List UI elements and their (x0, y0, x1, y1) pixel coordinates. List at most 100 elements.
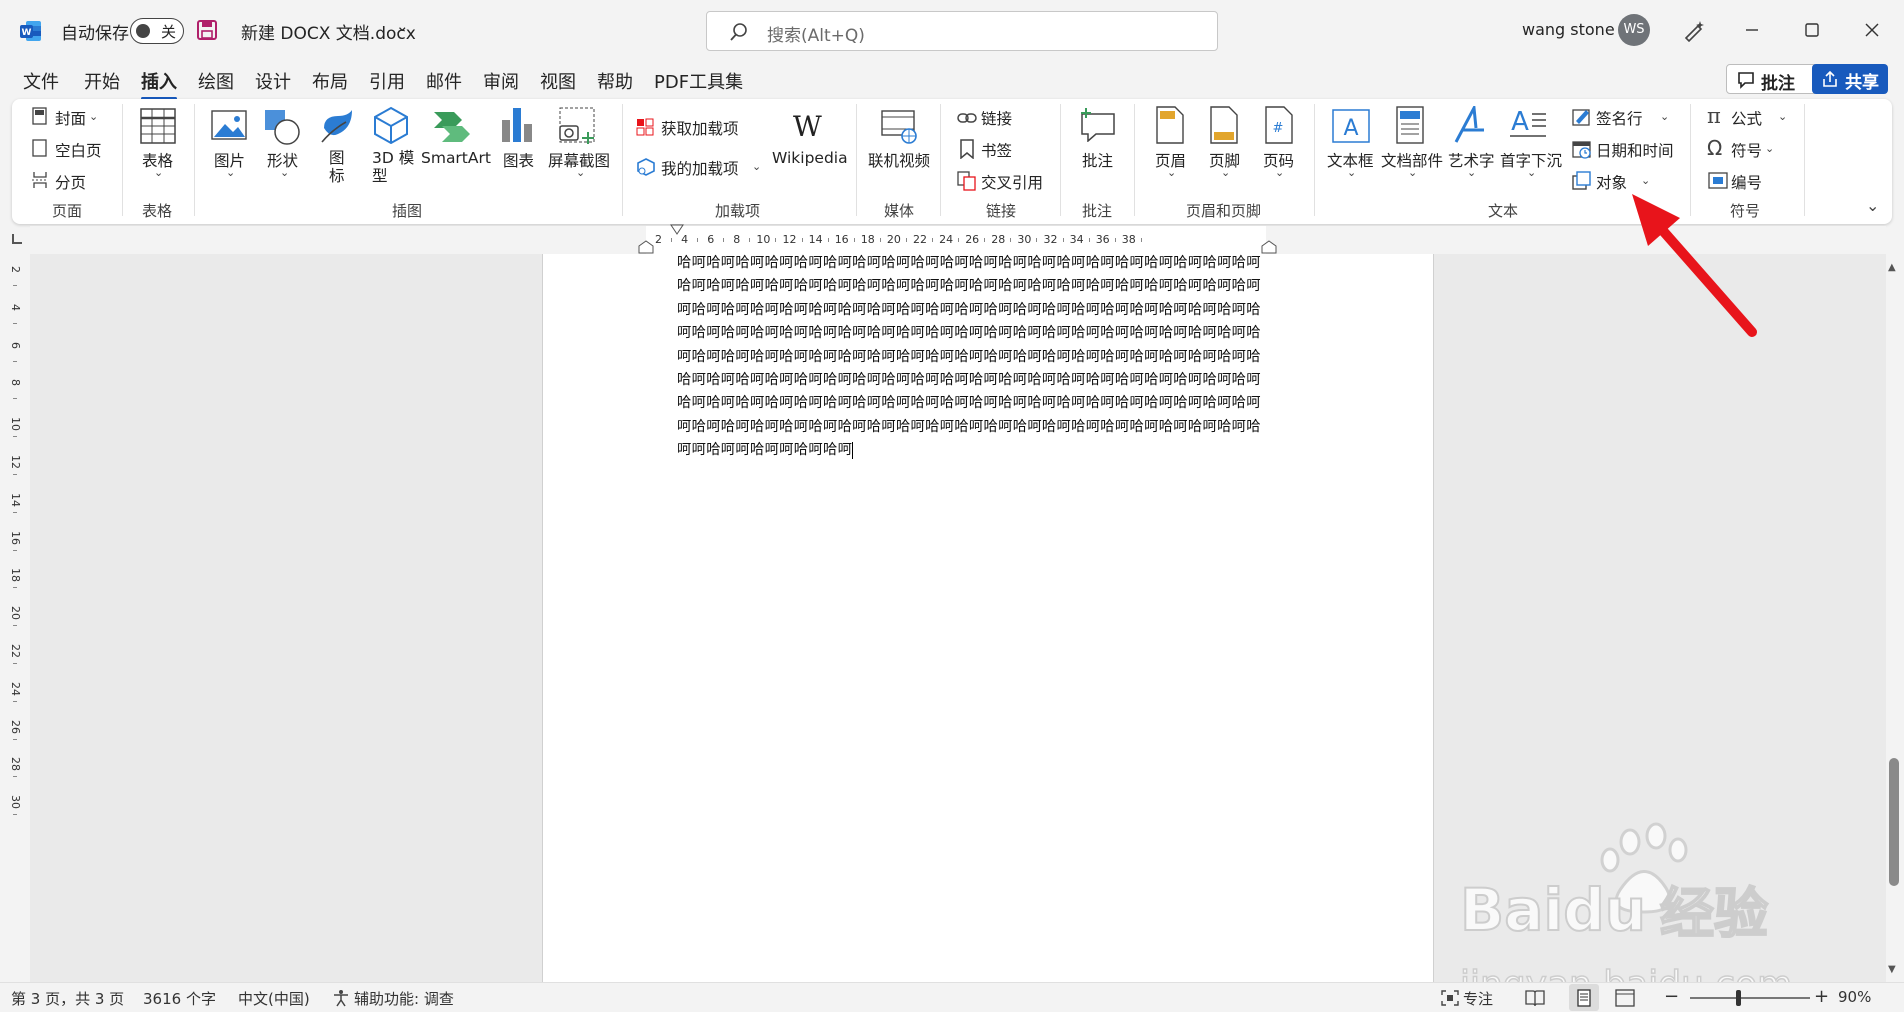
page-count[interactable]: 第 3 页，共 3 页 (11, 988, 124, 1009)
first-line-indent-marker-icon[interactable] (670, 224, 684, 236)
3d-model-button[interactable]: 3D 模 型 (372, 149, 414, 185)
search-input[interactable]: 搜索(Alt+Q) (706, 11, 1218, 51)
user-name[interactable]: wang stone (1522, 20, 1615, 39)
scroll-up-arrow-icon[interactable]: ▲ (1888, 262, 1896, 273)
tab-pdf-tools[interactable]: PDF工具集 (654, 68, 743, 94)
right-indent-marker-icon[interactable] (1260, 240, 1278, 254)
left-indent-marker-icon[interactable] (637, 240, 655, 254)
avatar[interactable]: WS (1618, 14, 1650, 46)
tab-help[interactable]: 帮助 (597, 68, 633, 94)
wordart-chevron-down-icon[interactable]: ⌄ (1467, 166, 1476, 179)
screenshot-chevron-down-icon[interactable]: ⌄ (576, 166, 585, 179)
my-addins-button[interactable]: 我的加载项 (661, 157, 739, 179)
zoom-level[interactable]: 90% (1838, 988, 1871, 1006)
print-layout-button[interactable] (1569, 984, 1599, 1011)
save-icon[interactable] (196, 19, 218, 41)
tab-references[interactable]: 引用 (369, 68, 405, 94)
table-chevron-down-icon[interactable]: ⌄ (154, 166, 163, 179)
drop-cap-chevron-down-icon[interactable]: ⌄ (1527, 166, 1536, 179)
tab-draw[interactable]: 绘图 (198, 68, 234, 94)
tab-review[interactable]: 审阅 (483, 68, 519, 94)
online-video-button[interactable]: 联机视频 (868, 149, 930, 171)
group-label-illustrations: 插图 (392, 202, 423, 220)
tab-file[interactable]: 文件 (23, 68, 59, 94)
zoom-out-button[interactable]: − (1664, 986, 1679, 1007)
symbol-chevron-down-icon[interactable]: ⌄ (1765, 142, 1774, 155)
language-indicator[interactable]: 中文(中国) (238, 988, 310, 1009)
object-chevron-down-icon[interactable]: ⌄ (1641, 174, 1650, 187)
web-layout-icon[interactable] (1615, 989, 1635, 1007)
blank-page-button[interactable]: 空白页 (55, 139, 102, 161)
document-name[interactable]: 新建 DOCX 文档.docx (241, 19, 416, 44)
date-time-button[interactable]: 日期和时间 (1596, 139, 1674, 161)
picture-chevron-down-icon[interactable]: ⌄ (226, 166, 235, 179)
designer-pen-icon[interactable] (1682, 18, 1706, 46)
page-break-button[interactable]: 分页 (55, 171, 86, 193)
ruler-tick-label: 2 (9, 266, 22, 273)
cover-page-button[interactable]: 封面 (55, 107, 86, 129)
signature-chevron-down-icon[interactable]: ⌄ (1660, 110, 1669, 123)
comments-button[interactable]: 批注 (1726, 64, 1818, 94)
focus-mode-button[interactable]: 专注 (1463, 988, 1493, 1009)
new-comment-button[interactable]: 批注 (1082, 149, 1113, 171)
cross-reference-button[interactable]: 交叉引用 (981, 171, 1043, 193)
equation-chevron-down-icon[interactable]: ⌄ (1778, 110, 1787, 123)
quick-parts-chevron-down-icon[interactable]: ⌄ (1408, 166, 1417, 179)
ruler-tick-mark (13, 625, 17, 627)
cover-chevron-down-icon[interactable]: ⌄ (89, 110, 98, 123)
tab-mailings[interactable]: 邮件 (426, 68, 462, 94)
svg-text:#: # (1273, 121, 1284, 136)
get-addins-button[interactable]: 获取加载项 (661, 117, 739, 139)
footer-chevron-down-icon[interactable]: ⌄ (1221, 166, 1230, 179)
tab-design[interactable]: 设计 (255, 68, 291, 94)
accessibility-status[interactable]: 辅助功能: 调查 (354, 988, 454, 1009)
tab-view[interactable]: 视图 (540, 68, 576, 94)
group-separator (1134, 104, 1135, 216)
tab-selector[interactable] (12, 234, 22, 244)
signature-line-button[interactable]: 签名行 (1596, 107, 1643, 129)
equation-button[interactable]: 公式 (1731, 107, 1762, 129)
read-mode-icon[interactable] (1525, 989, 1545, 1007)
wikipedia-button[interactable]: Wikipedia (772, 149, 848, 167)
autosave-toggle[interactable]: 关 (130, 18, 184, 44)
ruler-tick-label: 20 (886, 233, 901, 246)
ruler-tick-mark (1140, 238, 1142, 242)
ruler-tick-mark (827, 238, 829, 242)
shapes-chevron-down-icon[interactable]: ⌄ (280, 166, 289, 179)
text-cursor (852, 441, 854, 459)
page-number-chevron-down-icon[interactable]: ⌄ (1275, 166, 1284, 179)
share-button[interactable]: 共享 (1812, 64, 1888, 94)
ruler-tick-mark (13, 700, 17, 702)
zoom-in-button[interactable]: + (1814, 986, 1829, 1007)
document-body[interactable]: 哈呵哈呵哈呵哈呵哈呵哈呵哈呵哈呵哈呵哈呵哈呵哈呵哈呵哈呵哈呵哈呵哈呵哈呵哈呵哈呵… (677, 254, 1303, 463)
doc-name-chevron-down-icon[interactable]: ⌄ (396, 17, 409, 35)
ruler-tick-mark (13, 662, 17, 664)
ribbon-collapse-chevron-down-icon[interactable]: ⌄ (1866, 196, 1879, 215)
symbol-button[interactable]: 符号 (1731, 139, 1762, 161)
tab-home[interactable]: 开始 (84, 68, 120, 94)
icons-button[interactable]: 图 标 (329, 149, 349, 185)
minimize-button[interactable] (1740, 20, 1764, 40)
textbox-chevron-down-icon[interactable]: ⌄ (1347, 166, 1356, 179)
maximize-button[interactable] (1800, 20, 1824, 40)
scroll-down-arrow-icon[interactable]: ▼ (1888, 964, 1896, 975)
my-addins-chevron-down-icon[interactable]: ⌄ (752, 160, 761, 173)
document-page[interactable]: 哈呵哈呵哈呵哈呵哈呵哈呵哈呵哈呵哈呵哈呵哈呵哈呵哈呵哈呵哈呵哈呵哈呵哈呵哈呵哈呵… (542, 254, 1434, 982)
tab-insert[interactable]: 插入 (141, 68, 177, 100)
smartart-button[interactable]: SmartArt (421, 149, 491, 167)
word-count[interactable]: 3616 个字 (143, 988, 216, 1009)
tab-layout[interactable]: 布局 (312, 68, 348, 94)
document-line: 呵哈呵哈呵哈呵哈呵哈呵哈呵哈呵哈呵哈呵哈呵哈呵哈呵哈呵哈呵哈呵哈呵哈呵哈呵哈呵哈 (677, 301, 1261, 318)
bookmark-button[interactable]: 书签 (981, 139, 1012, 161)
header-chevron-down-icon[interactable]: ⌄ (1167, 166, 1176, 179)
wikipedia-w-icon: W (793, 110, 822, 143)
horizontal-ruler[interactable]: 2 4 6 8 10 12 14 16 18 20 22 24 26 28 30 32 34 36 38 (646, 226, 1266, 254)
chart-button[interactable]: 图表 (503, 149, 534, 171)
scrollbar-thumb[interactable] (1889, 758, 1899, 886)
link-button[interactable]: 链接 (981, 107, 1012, 129)
close-button[interactable] (1860, 20, 1884, 40)
vertical-ruler[interactable]: 2 4 6 8 10 12 14 16 18 20 22 24 26 28 30 (0, 258, 30, 982)
zoom-slider[interactable] (1690, 997, 1810, 999)
ruler-tick-label: 32 (1043, 233, 1058, 246)
zoom-slider-thumb[interactable] (1736, 990, 1741, 1006)
